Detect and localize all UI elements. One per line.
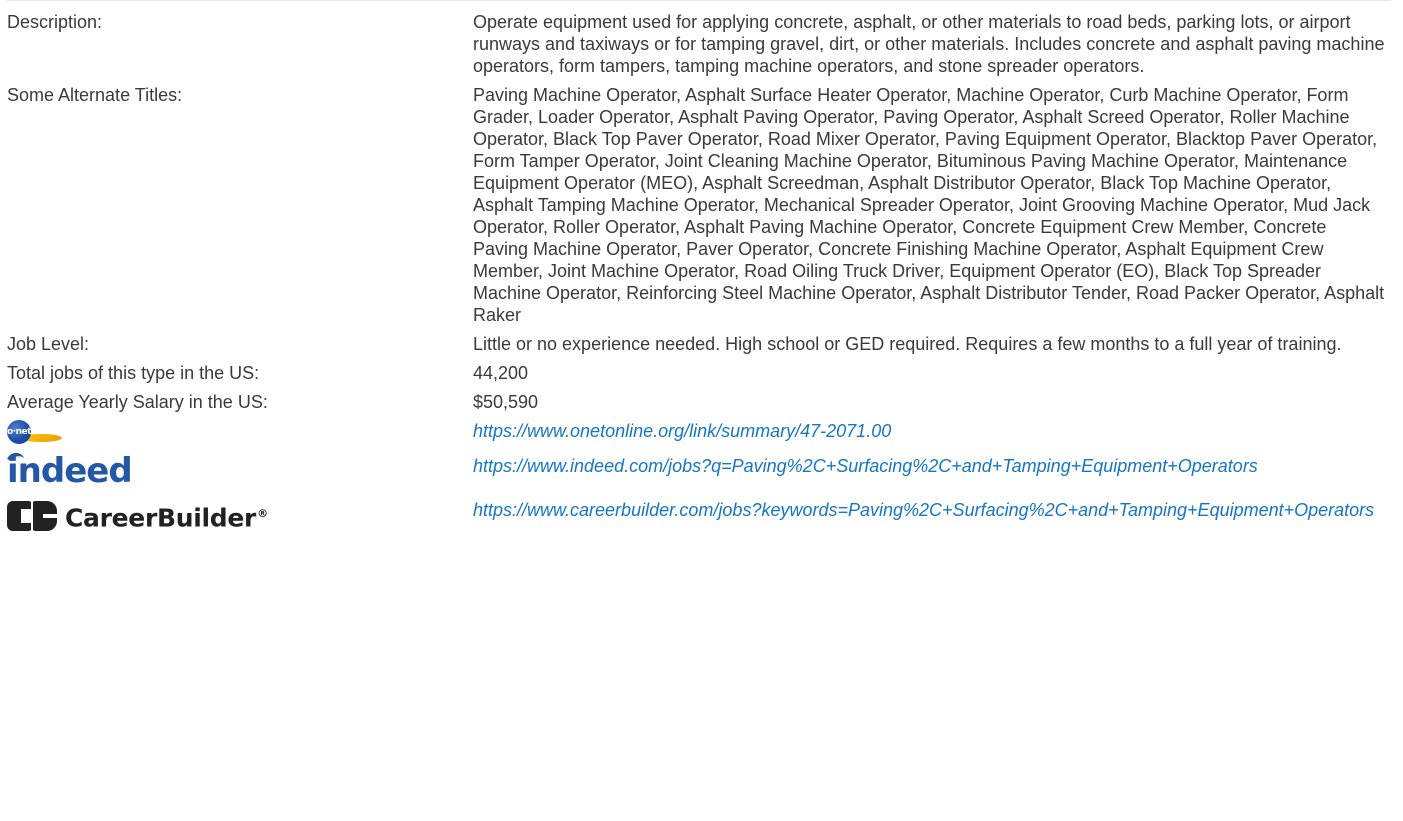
indeed-logo-icon[interactable]: indeed (3, 450, 133, 493)
description-value-cell: Operate equipment used for applying conc… (473, 9, 1391, 82)
top-divider (7, 0, 1391, 9)
job-level-label: Job Level: (7, 334, 90, 354)
average-salary-label-cell: Average Yearly Salary in the US: (7, 389, 473, 418)
average-salary-label: Average Yearly Salary in the US: (7, 392, 268, 412)
job-level-label-cell: Job Level: (7, 331, 473, 360)
alternate-titles-row: Some Alternate Titles: Paving Machine Op… (7, 82, 1391, 331)
occupation-info-table: Description: Operate equipment used for … (3, 9, 1391, 540)
careerbuilder-b-notch (43, 514, 57, 518)
careerbuilder-logo-cell: CareerBuilder® (7, 497, 473, 540)
description-value: Operate equipment used for applying conc… (473, 12, 1385, 76)
careerbuilder-logo-text: CareerBuilder (65, 503, 257, 533)
total-jobs-row: Total jobs of this type in the US: 44,20… (7, 360, 1391, 389)
job-level-value-cell: Little or no experience needed. High sch… (473, 331, 1391, 360)
total-jobs-value: 44,200 (473, 363, 529, 383)
onet-logo-cell: o·net (7, 418, 473, 453)
careerbuilder-mark-icon (7, 501, 57, 531)
job-level-value: Little or no experience needed. High sch… (473, 334, 1342, 354)
indeed-link[interactable]: https://www.indeed.com/jobs?q=Paving%2C+… (473, 456, 1258, 476)
description-row: Description: Operate equipment used for … (7, 9, 1391, 82)
onet-logo-icon[interactable]: o·net (7, 420, 65, 444)
alternate-titles-label: Some Alternate Titles: (7, 85, 183, 105)
alternate-titles-value-cell: Paving Machine Operator, Asphalt Surface… (473, 82, 1391, 331)
indeed-logo-cell: indeed (3, 450, 473, 497)
careerbuilder-link-cell: https://www.careerbuilder.com/jobs?keywo… (473, 497, 1391, 540)
indeed-logo-text: indeed (7, 451, 133, 491)
average-salary-row: Average Yearly Salary in the US: $50,590 (7, 389, 1391, 418)
careerbuilder-link[interactable]: https://www.careerbuilder.com/jobs?keywo… (473, 500, 1374, 520)
total-jobs-value-cell: 44,200 (473, 360, 1391, 389)
onet-logo-text: o·net (7, 420, 31, 444)
onet-link[interactable]: https://www.onetonline.org/link/summary/… (473, 421, 891, 441)
careerbuilder-registered-mark: ® (257, 506, 268, 520)
total-jobs-label: Total jobs of this type in the US: (7, 363, 260, 383)
onet-link-row: o·net https://www.onetonline.org/link/su… (7, 418, 1391, 453)
alternate-titles-value: Paving Machine Operator, Asphalt Surface… (473, 85, 1385, 325)
careerbuilder-link-row: CareerBuilder® https://www.careerbuilder… (7, 497, 1391, 540)
indeed-link-cell: https://www.indeed.com/jobs?q=Paving%2C+… (473, 453, 1391, 497)
description-label-cell: Description: (7, 9, 473, 82)
job-level-row: Job Level: Little or no experience neede… (7, 331, 1391, 360)
careerbuilder-c-notch (21, 509, 31, 523)
indeed-link-row: indeed https://www.indeed.com/jobs?q=Pav… (3, 450, 1391, 497)
description-label: Description: (7, 12, 103, 32)
total-jobs-label-cell: Total jobs of this type in the US: (7, 360, 473, 389)
careerbuilder-wordmark: CareerBuilder® (65, 503, 268, 533)
average-salary-value: $50,590 (473, 392, 539, 412)
alternate-titles-label-cell: Some Alternate Titles: (7, 82, 473, 331)
onet-link-cell: https://www.onetonline.org/link/summary/… (473, 418, 1391, 453)
occupation-details-page: Description: Operate equipment used for … (0, 0, 1403, 821)
average-salary-value-cell: $50,590 (473, 389, 1391, 418)
careerbuilder-logo-icon[interactable]: CareerBuilder® (7, 501, 268, 531)
